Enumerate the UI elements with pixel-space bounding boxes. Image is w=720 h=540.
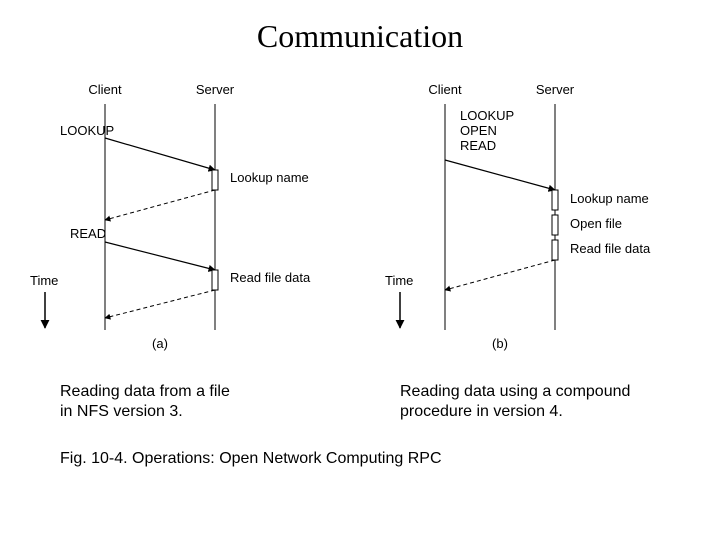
label-compound-read: READ: [460, 138, 496, 153]
caption-left-line2: in NFS version 3.: [60, 403, 183, 420]
figure-caption: Fig. 10-4. Operations: Open Network Comp…: [60, 450, 442, 468]
label-time-a: Time: [30, 273, 58, 288]
label-read-file-data-b: Read file data: [570, 241, 651, 256]
diagram-a: Client Server LOOKUP Lookup name READ Re…: [30, 82, 311, 351]
label-server-b: Server: [536, 82, 575, 97]
label-compound-open: OPEN: [460, 123, 497, 138]
label-b: (b): [492, 336, 508, 351]
sequence-diagrams: Client Server LOOKUP Lookup name READ Re…: [0, 70, 720, 370]
label-compound-lookup: LOOKUP: [460, 108, 514, 123]
label-client-b: Client: [428, 82, 462, 97]
label-read-a: READ: [70, 226, 106, 241]
page-title: Communication: [0, 18, 720, 55]
label-server-a: Server: [196, 82, 235, 97]
caption-right-line1: Reading data using a compound: [400, 383, 630, 400]
label-a: (a): [152, 336, 168, 351]
label-lookup-name-b: Lookup name: [570, 191, 649, 206]
label-open-file-b: Open file: [570, 216, 622, 231]
label-lookup-a: LOOKUP: [60, 123, 114, 138]
diagram-b: Client Server LOOKUP OPEN READ Lookup na…: [385, 82, 651, 351]
caption-right-line2: procedure in version 4.: [400, 403, 563, 420]
label-read-file-data-a: Read file data: [230, 270, 311, 285]
caption-left: Reading data from a file in NFS version …: [60, 382, 230, 422]
label-time-b: Time: [385, 273, 413, 288]
caption-right: Reading data using a compound procedure …: [400, 382, 630, 422]
caption-left-line1: Reading data from a file: [60, 383, 230, 400]
label-client-a: Client: [88, 82, 122, 97]
label-lookup-name-a: Lookup name: [230, 170, 309, 185]
